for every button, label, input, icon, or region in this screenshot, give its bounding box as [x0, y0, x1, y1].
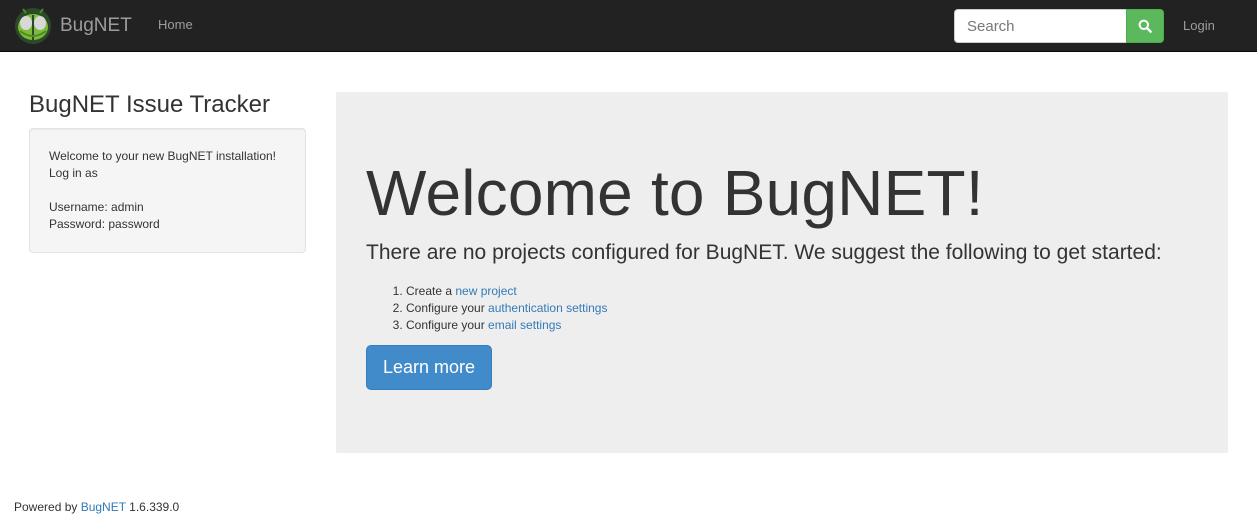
search-input[interactable]: [954, 9, 1126, 43]
step-text: Configure your: [406, 318, 489, 332]
learn-more-button[interactable]: Learn more: [366, 345, 492, 390]
password-text: Password: password: [49, 217, 160, 231]
email-settings-link[interactable]: email settings: [488, 318, 561, 332]
footer-prefix: Powered by: [14, 500, 81, 514]
step-item: Configure your email settings: [406, 317, 607, 334]
nav-home-link[interactable]: Home: [158, 17, 193, 32]
welcome-text: Welcome to your new BugNET installation!: [49, 149, 276, 163]
welcome-jumbotron: Welcome to BugNET! There are no projects…: [336, 92, 1228, 453]
login-as-text: Log in as: [49, 166, 98, 180]
authentication-settings-link[interactable]: authentication settings: [488, 301, 607, 315]
new-project-link[interactable]: new project: [455, 284, 516, 298]
getting-started-steps: Create a new project Configure your auth…: [406, 283, 607, 334]
bug-icon: [15, 8, 51, 44]
welcome-heading: Welcome to BugNET!: [366, 157, 984, 229]
brand-link[interactable]: BugNET: [14, 7, 132, 45]
search-button[interactable]: [1126, 9, 1164, 43]
step-text: Configure your: [406, 301, 489, 315]
footer: Powered by BugNET 1.6.339.0: [14, 500, 179, 514]
nav-login-link[interactable]: Login: [1183, 18, 1215, 33]
top-navbar: BugNET Home Login: [0, 0, 1257, 52]
step-text: Create a: [406, 284, 456, 298]
footer-version: 1.6.339.0: [125, 500, 180, 514]
step-item: Configure your authentication settings: [406, 300, 607, 317]
welcome-lead: There are no projects configured for Bug…: [366, 241, 1162, 264]
username-text: Username: admin: [49, 200, 144, 214]
footer-bugnet-link[interactable]: BugNET: [81, 500, 126, 514]
search-icon: [1138, 19, 1152, 33]
step-item: Create a new project: [406, 283, 607, 300]
brand-name: BugNET: [60, 15, 132, 36]
login-info-panel: Welcome to your new BugNET installation!…: [29, 128, 306, 253]
sidebar-title: BugNET Issue Tracker: [29, 91, 270, 118]
